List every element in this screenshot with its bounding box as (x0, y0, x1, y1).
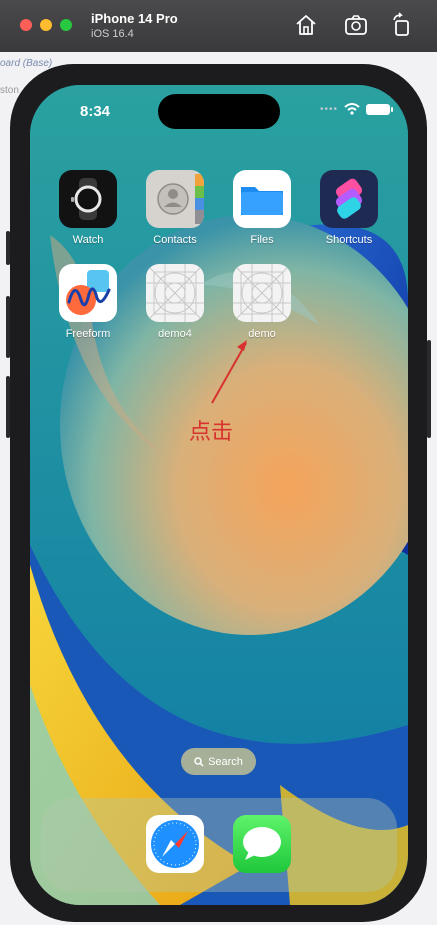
home-icon[interactable] (293, 12, 319, 38)
background-text: ston (0, 85, 19, 96)
app-freeform[interactable]: Freeform (59, 264, 117, 340)
background-text: oard (Base) (0, 58, 53, 69)
search-icon (194, 756, 204, 767)
app-demo[interactable]: demo (233, 264, 291, 340)
safari-icon[interactable] (146, 815, 204, 873)
side-button[interactable] (427, 340, 431, 438)
wifi-icon (344, 103, 360, 115)
app-contacts[interactable]: Contacts (146, 170, 204, 246)
app-label: Shortcuts (325, 234, 373, 246)
home-screen: 8:34 •••• Watch Contacts Files Shortcuts (30, 85, 408, 905)
files-icon (233, 170, 291, 228)
dynamic-island (158, 94, 280, 129)
contacts-icon (146, 170, 204, 228)
dock (41, 798, 397, 892)
app-label: demo (248, 328, 276, 340)
app-label: Contacts (153, 234, 197, 246)
app-label: demo4 (158, 328, 192, 340)
messages-icon[interactable] (233, 815, 291, 873)
volume-up-button[interactable] (6, 296, 10, 358)
status-indicators: •••• (319, 103, 393, 115)
app-label: Files (250, 234, 274, 246)
screenshot-icon[interactable] (343, 12, 369, 38)
freeform-icon (59, 264, 117, 322)
shortcuts-icon (320, 170, 378, 228)
status-time: 8:34 (80, 103, 111, 120)
placeholder-grid-icon (146, 264, 204, 322)
annotation-text: 点击 (189, 420, 234, 445)
device-name: iPhone 14 Pro (91, 11, 178, 26)
placeholder-grid-icon (233, 264, 291, 322)
device-os-version: iOS 16.4 (91, 28, 134, 40)
zoom-window-button[interactable] (60, 19, 72, 31)
close-window-button[interactable] (20, 19, 32, 31)
mute-switch[interactable] (6, 231, 10, 265)
app-shortcuts[interactable]: Shortcuts (320, 170, 378, 246)
app-label: Freeform (65, 328, 111, 340)
app-watch[interactable]: Watch (59, 170, 117, 246)
watch-icon (59, 170, 117, 228)
minimize-window-button[interactable] (40, 19, 52, 31)
app-demo4[interactable]: demo4 (146, 264, 204, 340)
rotate-icon[interactable] (389, 12, 415, 38)
search-label: Search (208, 755, 243, 768)
volume-down-button[interactable] (6, 376, 10, 438)
simulator-titlebar: iPhone 14 Pro iOS 16.4 (0, 0, 437, 53)
app-label: Watch (72, 234, 104, 246)
signal-dots: •••• (319, 103, 338, 115)
battery-icon (366, 103, 393, 115)
search-button[interactable]: Search (181, 748, 256, 775)
app-files[interactable]: Files (233, 170, 291, 246)
